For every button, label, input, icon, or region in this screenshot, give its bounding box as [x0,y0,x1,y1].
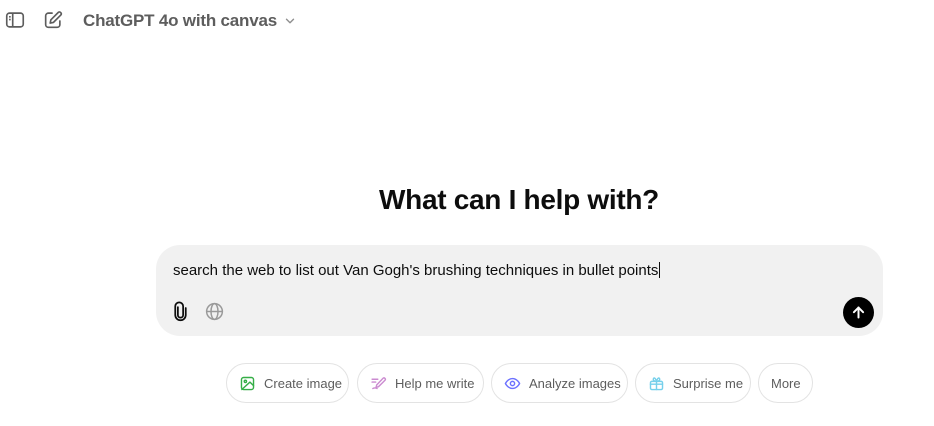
chip-label: Help me write [395,375,475,391]
sidebar-toggle-icon [5,12,25,28]
analyze-images-chip[interactable]: Analyze images [491,363,628,403]
chip-label: Create image [264,375,343,391]
chip-label: Surprise me [673,375,744,391]
prompt-input-value: search the web to list out Van Gogh's br… [173,262,659,279]
eye-icon [504,377,521,389]
web-search-button[interactable] [202,299,226,323]
chevron-down-icon [283,14,297,28]
pen-icon [371,376,387,389]
chip-label: Analyze images [529,375,621,391]
globe-icon [205,302,223,320]
top-bar: ChatGPT 4o with canvas [0,0,934,40]
send-button[interactable] [843,297,874,328]
surprise-me-chip[interactable]: Surprise me [635,363,751,403]
gift-icon [649,376,664,390]
arrow-up-icon [852,306,865,319]
new-chat-icon [44,11,63,29]
prompt-input[interactable]: search the web to list out Van Gogh's br… [173,262,863,279]
more-chip[interactable]: More [758,363,813,403]
text-caret [659,262,661,278]
page-headline: What can I help with? [379,184,659,215]
help-me-write-chip[interactable]: Help me write [357,363,484,403]
attach-button[interactable] [168,299,192,323]
suggestion-chips: Create image Help me write Analyze image… [0,363,934,403]
image-icon [240,376,255,390]
chip-label: More [771,375,801,391]
paperclip-icon [173,300,187,321]
new-chat-button[interactable] [38,5,68,35]
model-selector[interactable]: ChatGPT 4o with canvas [83,9,297,33]
model-title: ChatGPT 4o with canvas [83,11,277,30]
composer: search the web to list out Van Gogh's br… [156,245,883,336]
create-image-chip[interactable]: Create image [226,363,349,403]
sidebar-toggle-button[interactable] [0,5,30,35]
